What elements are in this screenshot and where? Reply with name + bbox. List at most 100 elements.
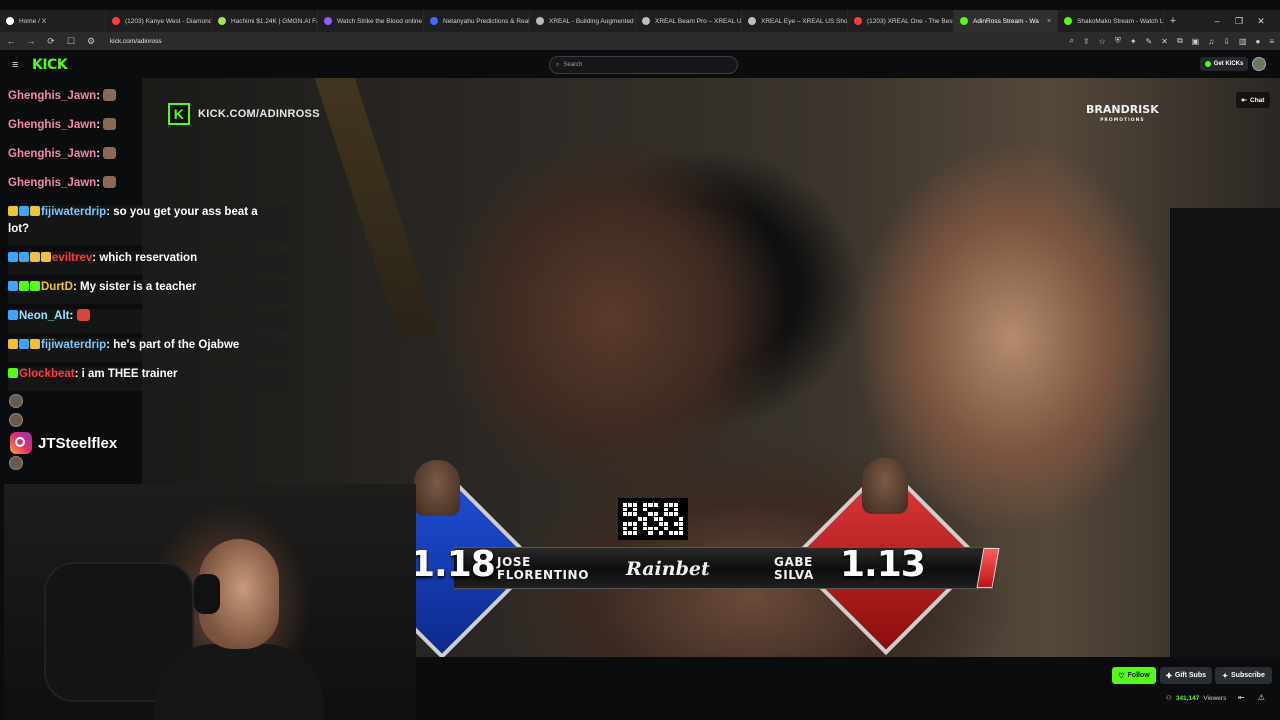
tab-title: ShakoMako Stream - Watch Li [1077,17,1164,25]
address-bar: ← → ⟳ ☐ ⚙ kick.com/adinross ⌕ ⇪ ☆ ⛨ ✦ ✎ … [0,32,1280,50]
browser-tab[interactable]: Hachimi $1.24K | GMGN.AI Fa [212,10,318,32]
qr-module [628,503,633,507]
left-fighter-photo [414,460,460,516]
qr-module [658,507,663,512]
chat-text: which reservation [99,252,198,264]
site-info-icon[interactable]: ⚙ [86,36,96,47]
qr-module [658,521,663,526]
shield-icon[interactable]: ⛨ [1115,36,1121,46]
viewer-count: ⚇ 341,147 Viewers [1166,694,1226,703]
share-icon[interactable]: ⇤ [1238,693,1245,702]
user-avatar[interactable] [1252,57,1266,71]
follow-button[interactable]: ♡ Follow [1112,667,1156,684]
xreal-icon [642,17,650,25]
zoom-icon[interactable]: ⌕ [1069,36,1073,46]
qr-module [623,517,628,521]
minimize-button[interactable]: – [1206,16,1228,27]
qr-module [648,521,653,526]
hamburger-menu-icon[interactable]: ≡ [12,59,26,71]
qr-module [678,531,683,535]
qr-module [668,517,673,521]
x-logo-icon [6,17,14,25]
profile-icon[interactable]: ● [1255,37,1260,46]
music-icon[interactable]: ♫ [1208,37,1214,46]
kicks-coin-icon [1204,61,1211,67]
search-input[interactable]: ⌕ Search [549,56,738,74]
viewers-number: 341,147 [1175,694,1200,702]
pip-icon[interactable]: ▣ [1192,37,1200,46]
chat-avatar-icon [9,456,23,470]
chat-message: Ghenghis_Jawn: [5,117,289,139]
kick-icon [1064,17,1072,25]
browser-tab[interactable]: AdinRoss Stream - Wa × [954,10,1058,32]
x-extension-icon[interactable]: ✕ [1161,37,1168,46]
kick-icon [960,17,968,25]
kick-header: ≡ KICK ⌕ Search Get KICKs [0,52,1280,78]
bookmark-icon[interactable]: ☐ [66,36,76,47]
gmgn-icon [218,17,226,25]
video-dark-edge [1170,208,1280,657]
browser-tab[interactable]: (1203) Kanye West - Diamond [106,10,212,32]
browser-tab[interactable]: Home / X [0,10,106,32]
forward-button[interactable]: → [26,36,36,46]
back-button[interactable]: ← [6,36,16,46]
kick-logo[interactable]: KICK [32,57,68,73]
chat-badge-icon [19,252,29,262]
xreal-icon [536,17,544,25]
streamer-body [154,644,324,720]
youtube-icon [112,17,120,25]
chat-username[interactable]: DurtD [41,281,73,293]
browser-tab[interactable]: XREAL Eye – XREAL US Shop [742,10,848,32]
close-tab-icon[interactable]: × [1047,18,1051,25]
chat-username[interactable]: Ghenghis_Jawn [8,90,96,102]
qr-module [623,512,628,517]
chat-username[interactable]: Glockbeat [19,368,75,380]
search-placeholder: Search [563,62,583,68]
subscribe-button[interactable]: ✦ Subscribe [1215,667,1272,684]
qr-module [678,503,683,507]
reload-button[interactable]: ⟳ [46,36,56,47]
sidebar-icon[interactable]: ▥ [1239,37,1247,46]
qr-module [648,517,653,521]
chat-username[interactable]: fijiwaterdrip [41,206,106,218]
chat-username[interactable]: eviltrev [52,252,92,264]
chat-badge-icon [8,252,18,262]
close-window-button[interactable]: ✕ [1250,16,1272,27]
stream-action-bar: ♡ Follow ✚ Gift Subs ✦ Subscribe ⚇ 341,1… [416,657,1280,720]
menu-icon[interactable]: ≡ [1269,37,1274,46]
qr-module [653,512,658,517]
chat-emote-icon [103,147,117,159]
pen-icon[interactable]: ✎ [1146,37,1153,46]
share-icon[interactable]: ⇪ [1083,37,1090,46]
url-field[interactable]: kick.com/adinross [110,38,162,45]
browser-tab[interactable]: (1203) XREAL One - The Best V [848,10,954,32]
puzzle-icon[interactable]: ⧉ [1177,36,1183,46]
gift-subs-button[interactable]: ✚ Gift Subs [1160,667,1212,684]
extension-icon[interactable]: ✦ [1130,37,1137,46]
get-kicks-button[interactable]: Get KICKs [1200,57,1248,71]
star-icon[interactable]: ☆ [1099,37,1106,46]
browser-tab[interactable]: Watch Strike the Blood online [318,10,424,32]
qr-module [663,526,668,531]
qr-module [633,507,638,512]
report-icon[interactable]: ⚠ [1258,693,1265,702]
chat-username[interactable]: Ghenghis_Jawn [8,119,96,131]
browser-tab[interactable]: XREAL - Building Augmented R [530,10,636,32]
qr-module [633,517,638,521]
browser-tab[interactable]: XREAL Beam Pro – XREAL US S [636,10,742,32]
stream-utility-icons: ⇤ ⚠ [1238,693,1265,702]
chat-toggle-button[interactable]: ⇤ Chat [1236,92,1270,108]
browser-tab[interactable]: ShakoMako Stream - Watch Li [1058,10,1164,32]
new-tab-button[interactable]: + [1164,15,1182,27]
chat-username[interactable]: fijiwaterdrip [41,339,106,351]
maximize-button[interactable]: ❐ [1228,16,1250,27]
chat-username[interactable]: Ghenghis_Jawn [8,148,96,160]
qr-module [678,521,683,526]
chat-username[interactable]: Ghenghis_Jawn [8,177,96,189]
qr-module [653,507,658,512]
browser-tab[interactable]: Netanyahu Predictions & Real [424,10,530,32]
download-icon[interactable]: ⇩ [1223,37,1230,46]
chat-username[interactable]: Neon_Alt [19,310,69,322]
chat-text: My sister is a teacher [79,281,197,293]
qr-module [628,521,633,526]
